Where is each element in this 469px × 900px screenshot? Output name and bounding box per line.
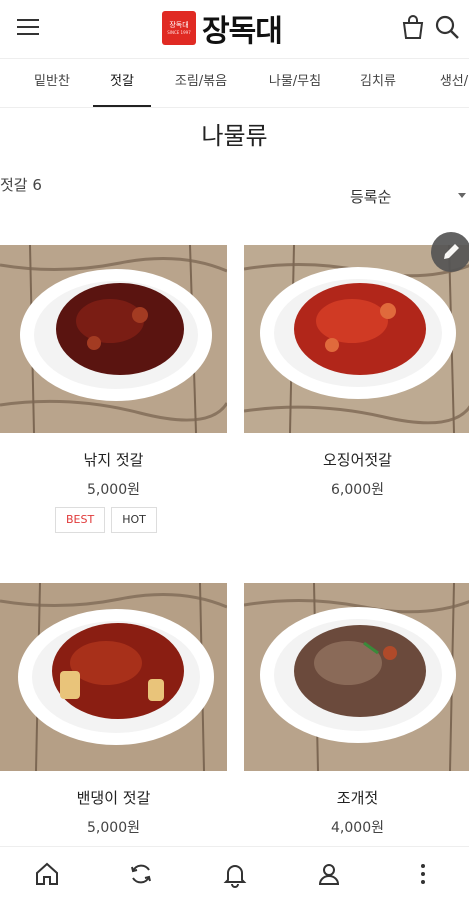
chevron-down-icon[interactable]: [458, 193, 466, 198]
product-image[interactable]: [0, 583, 227, 771]
tab-salted-seafood[interactable]: 젓갈: [93, 59, 151, 107]
page-title: 나물류: [201, 122, 268, 150]
menu-icon[interactable]: [14, 14, 42, 42]
user-icon[interactable]: [314, 859, 344, 889]
tab-kimchi[interactable]: 김치류: [350, 59, 406, 107]
logo[interactable]: 장독대 SINCE 1997 장독대: [162, 10, 283, 49]
sort-select[interactable]: 등록순: [350, 186, 391, 207]
bottom-navigation: [0, 846, 469, 900]
product-name[interactable]: 낚지 젓갈: [0, 449, 227, 470]
pencil-icon: [444, 244, 459, 259]
product-card[interactable]: 조개젓 4,000원: [244, 583, 469, 845]
product-price: 4,000원: [331, 820, 384, 836]
product-image[interactable]: [0, 245, 227, 433]
product-card[interactable]: 밴댕이 젓갈 5,000원: [0, 583, 227, 845]
edit-button[interactable]: [431, 232, 469, 272]
product-image[interactable]: [244, 245, 469, 433]
product-card[interactable]: 낚지 젓갈 5,000원 BEST HOT: [0, 245, 227, 545]
product-card[interactable]: 오징어젓갈 6,000원: [244, 245, 469, 545]
refresh-icon[interactable]: [126, 859, 156, 889]
product-name[interactable]: 조개젓: [244, 787, 469, 808]
bell-icon[interactable]: [220, 859, 250, 889]
logo-badge: 장독대 SINCE 1997: [162, 11, 196, 45]
home-icon[interactable]: [32, 859, 62, 889]
product-name[interactable]: 밴댕이 젓갈: [0, 787, 227, 808]
product-price: 5,000원: [87, 820, 140, 836]
search-icon[interactable]: [432, 12, 462, 42]
product-price: 6,000원: [331, 482, 384, 498]
tab-fish[interactable]: 생선/: [424, 59, 469, 107]
tab-side-dishes[interactable]: 밑반찬: [22, 59, 82, 107]
category-tabs: 밑반찬 젓갈 조림/볶음 나물/무침 김치류 생선/: [0, 58, 469, 108]
tab-seasoned-vegetables[interactable]: 나물/무침: [258, 59, 332, 107]
tab-braised[interactable]: 조림/볶음: [166, 59, 236, 107]
app-header: 장독대 SINCE 1997 장독대: [0, 0, 469, 56]
product-count: 젓갈 6: [0, 176, 42, 194]
more-icon[interactable]: [408, 859, 438, 889]
product-image[interactable]: [244, 583, 469, 771]
product-badges: BEST HOT: [55, 507, 157, 533]
hot-badge: HOT: [111, 507, 157, 533]
product-price: 5,000원: [87, 482, 140, 498]
logo-text: 장독대: [202, 14, 283, 49]
product-name[interactable]: 오징어젓갈: [244, 449, 469, 470]
best-badge: BEST: [55, 507, 106, 533]
logo-badge-text: 장독대: [169, 20, 189, 29]
shopping-bag-icon[interactable]: [398, 12, 428, 42]
logo-badge-sub: SINCE 1997: [167, 29, 191, 35]
